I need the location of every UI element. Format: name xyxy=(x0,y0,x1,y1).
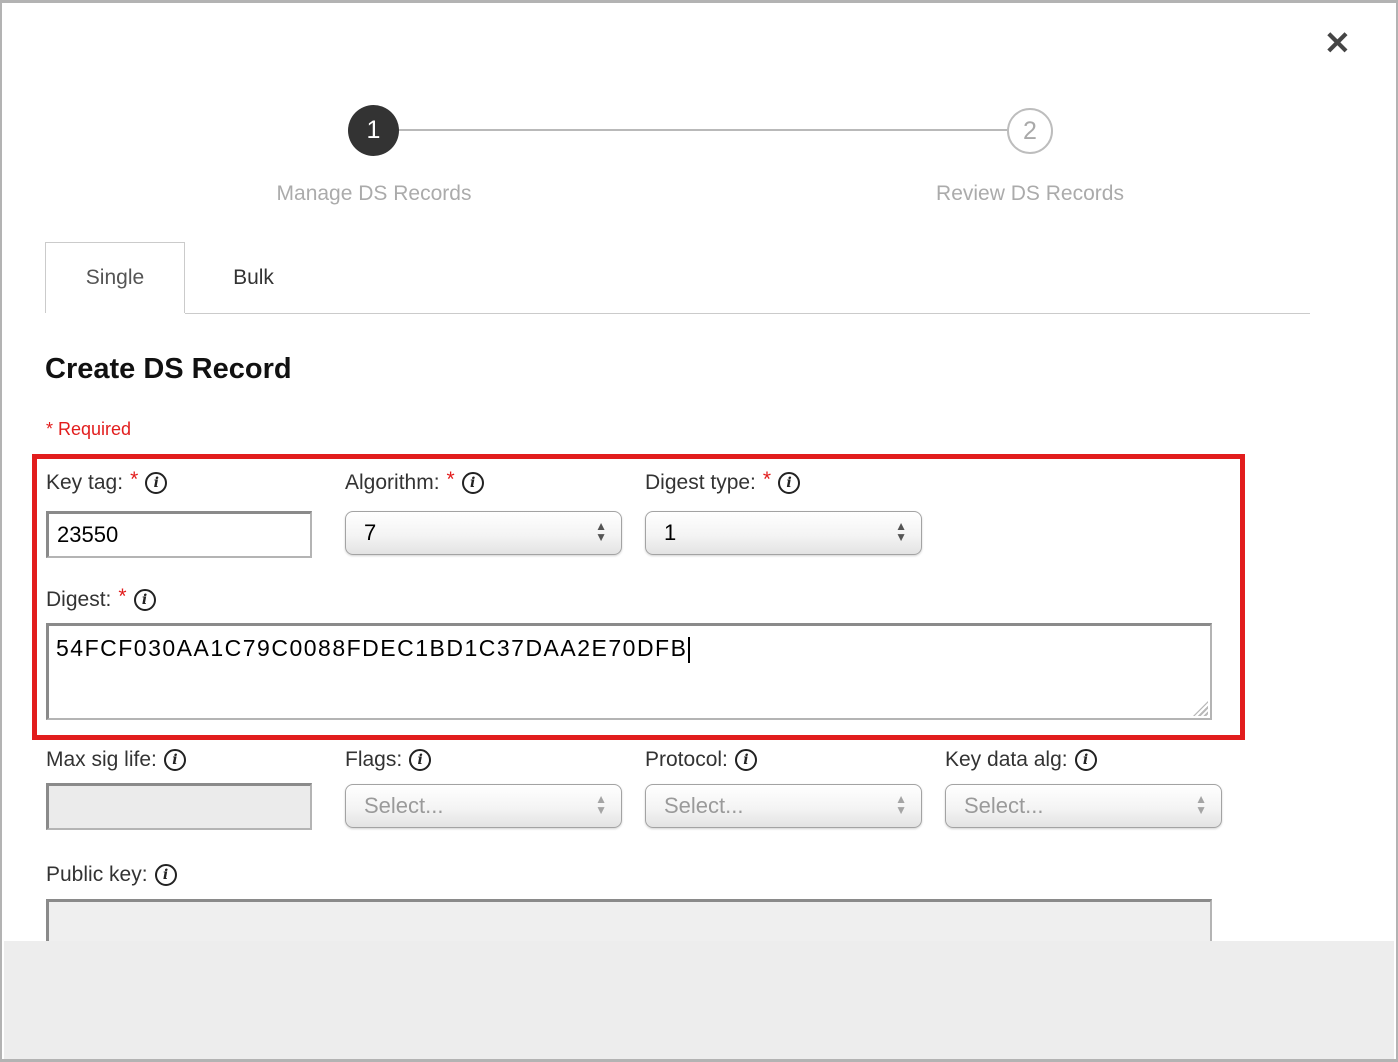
info-icon[interactable]: i xyxy=(778,472,800,494)
info-icon[interactable]: i xyxy=(134,589,156,611)
digest-textarea[interactable]: 54FCF030AA1C79C0088FDEC1BD1C37DAA2E70DFB xyxy=(46,623,1212,720)
select-arrows-icon: ▲ ▼ xyxy=(595,512,607,554)
info-icon[interactable]: i xyxy=(1075,749,1097,771)
arrow-down-icon: ▼ xyxy=(895,806,907,817)
required-marker: * xyxy=(447,468,455,492)
stepper-step-1-circle: 1 xyxy=(348,105,399,156)
public-key-textarea[interactable] xyxy=(46,899,1212,941)
digest-type-label: Digest type: * i xyxy=(645,469,800,497)
required-marker: * xyxy=(130,468,138,492)
dialog-footer: Cancel Back Next xyxy=(4,941,1394,1059)
select-arrows-icon: ▲ ▼ xyxy=(1195,785,1207,827)
max-sig-life-label: Max sig life: i xyxy=(46,746,186,774)
required-note: * Required xyxy=(46,419,131,440)
stepper-step-1-label: Manage DS Records xyxy=(214,182,534,206)
required-marker: * xyxy=(763,468,771,492)
page-title: Create DS Record xyxy=(45,353,292,386)
digest-type-label-text: Digest type: xyxy=(645,471,756,495)
stepper-step-1-number: 1 xyxy=(367,116,381,145)
key-data-alg-label: Key data alg: i xyxy=(945,746,1097,774)
arrow-down-icon: ▼ xyxy=(895,533,907,544)
info-icon-glyph: i xyxy=(418,753,423,767)
arrow-down-icon: ▼ xyxy=(1195,806,1207,817)
key-data-alg-select-value: Select... xyxy=(946,793,1043,819)
flags-select[interactable]: Select... ▲ ▼ xyxy=(345,784,622,828)
max-sig-life-input[interactable] xyxy=(46,783,312,830)
flags-label-text: Flags: xyxy=(345,748,402,772)
arrow-down-icon: ▼ xyxy=(595,533,607,544)
max-sig-life-label-text: Max sig life: xyxy=(46,748,157,772)
create-ds-record-dialog: ✕ 1 2 Manage DS Records Review DS Record… xyxy=(0,0,1398,1062)
select-arrows-icon: ▲ ▼ xyxy=(895,512,907,554)
digest-type-select[interactable]: 1 ▲ ▼ xyxy=(645,511,922,555)
protocol-label-text: Protocol: xyxy=(645,748,728,772)
protocol-select[interactable]: Select... ▲ ▼ xyxy=(645,784,922,828)
select-arrows-icon: ▲ ▼ xyxy=(595,785,607,827)
info-icon[interactable]: i xyxy=(164,749,186,771)
info-icon[interactable]: i xyxy=(409,749,431,771)
info-icon[interactable]: i xyxy=(462,472,484,494)
resize-handle-icon[interactable] xyxy=(1193,701,1208,716)
public-key-label: Public key: i xyxy=(46,861,177,889)
algorithm-label: Algorithm: * i xyxy=(345,469,484,497)
select-arrows-icon: ▲ ▼ xyxy=(895,785,907,827)
info-icon-glyph: i xyxy=(163,868,168,882)
info-icon-glyph: i xyxy=(786,476,791,490)
info-icon-glyph: i xyxy=(1083,753,1088,767)
tab-bulk[interactable]: Bulk xyxy=(185,242,322,313)
algorithm-label-text: Algorithm: xyxy=(345,471,440,495)
info-icon[interactable]: i xyxy=(145,472,167,494)
stepper-step-2-label: Review DS Records xyxy=(870,182,1190,206)
info-icon[interactable]: i xyxy=(735,749,757,771)
protocol-select-value: Select... xyxy=(646,793,743,819)
tab-single-label: Single xyxy=(86,266,144,290)
digest-value: 54FCF030AA1C79C0088FDEC1BD1C37DAA2E70DFB xyxy=(56,635,687,661)
key-tag-value: 23550 xyxy=(57,522,118,548)
info-icon-glyph: i xyxy=(743,753,748,767)
info-icon[interactable]: i xyxy=(155,864,177,886)
key-data-alg-select[interactable]: Select... ▲ ▼ xyxy=(945,784,1222,828)
flags-select-value: Select... xyxy=(346,793,443,819)
info-icon-glyph: i xyxy=(172,753,177,767)
arrow-down-icon: ▼ xyxy=(595,806,607,817)
key-tag-input[interactable]: 23550 xyxy=(46,511,312,558)
digest-label: Digest: * i xyxy=(46,586,156,614)
algorithm-select[interactable]: 7 ▲ ▼ xyxy=(345,511,622,555)
algorithm-select-value: 7 xyxy=(346,520,376,546)
tab-single[interactable]: Single xyxy=(45,242,185,313)
close-icon[interactable]: ✕ xyxy=(1324,27,1351,59)
info-icon-glyph: i xyxy=(142,593,147,607)
info-icon-glyph: i xyxy=(154,476,159,490)
digest-label-text: Digest: xyxy=(46,588,111,612)
key-tag-label-text: Key tag: xyxy=(46,471,123,495)
protocol-label: Protocol: i xyxy=(645,746,757,774)
public-key-label-text: Public key: xyxy=(46,863,148,887)
text-cursor xyxy=(688,637,690,663)
key-tag-label: Key tag: * i xyxy=(46,469,167,497)
tab-underline xyxy=(185,313,1310,314)
info-icon-glyph: i xyxy=(470,476,475,490)
required-marker: * xyxy=(118,585,126,609)
stepper-step-2-number: 2 xyxy=(1023,117,1037,146)
stepper-step-2-circle: 2 xyxy=(1007,108,1053,154)
digest-type-select-value: 1 xyxy=(646,520,676,546)
tab-bulk-label: Bulk xyxy=(233,266,274,290)
flags-label: Flags: i xyxy=(345,746,431,774)
stepper-connector xyxy=(398,129,1010,131)
key-data-alg-label-text: Key data alg: xyxy=(945,748,1068,772)
